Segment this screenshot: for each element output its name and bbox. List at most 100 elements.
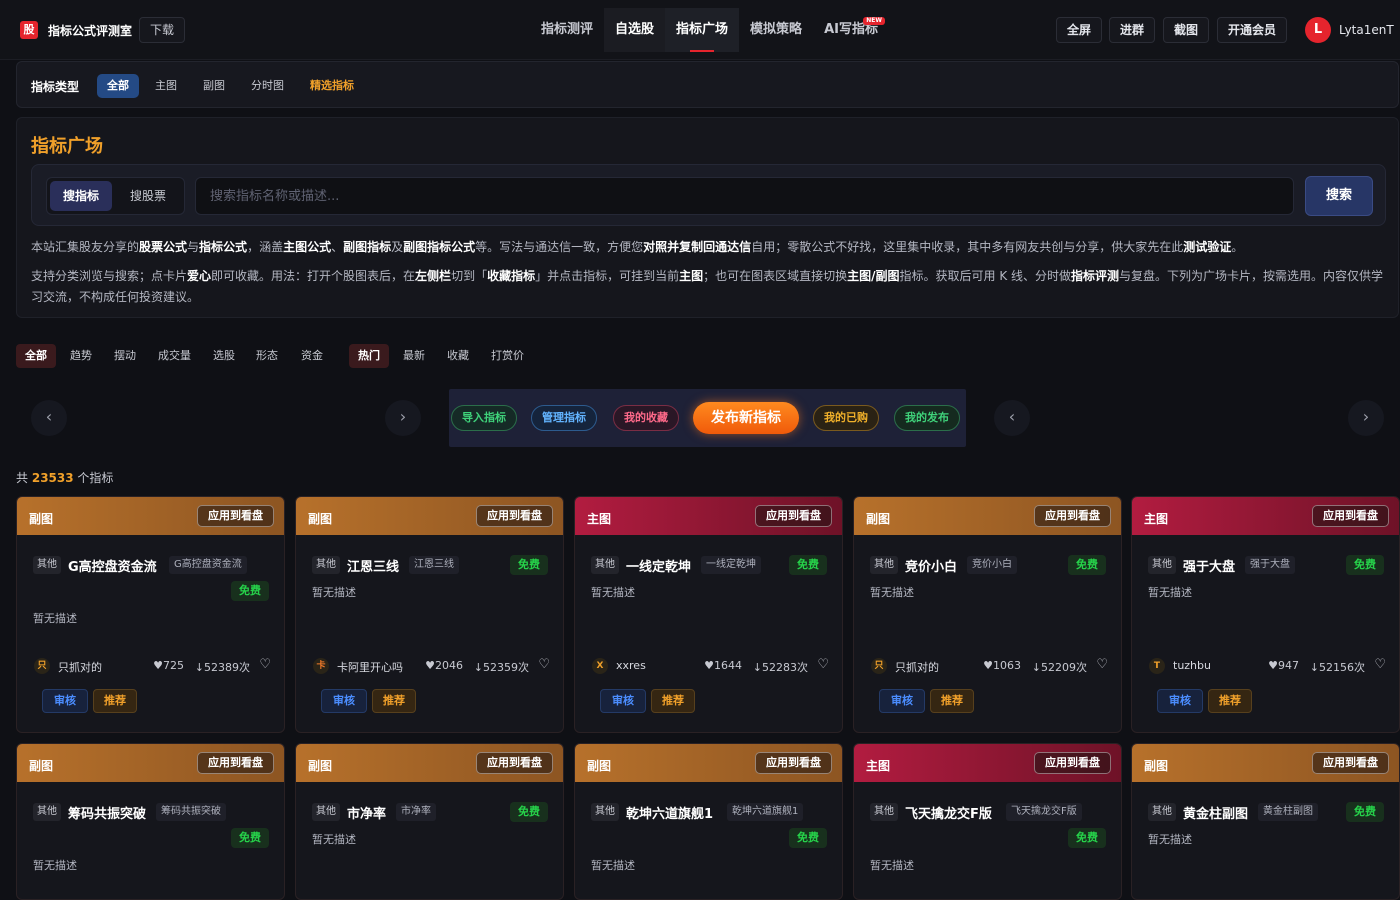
author-name[interactable]: xxres <box>616 659 646 672</box>
apply-to-chart-button[interactable]: 应用到看盘 <box>1034 505 1111 527</box>
indicator-card[interactable]: 主图 应用到看盘 其他 飞天擒龙交F版 飞天擒龙交F版 免费 暂无描述 <box>853 743 1122 900</box>
indicator-card[interactable]: 副图 应用到看盘 其他 江恩三线 江恩三线 免费 暂无描述卡卡阿里开心吗 ♥2046 ↓5235… <box>295 496 564 733</box>
my-purchased-button[interactable]: 我的已购 <box>813 405 879 431</box>
author-avatar[interactable]: 只 <box>34 658 50 674</box>
search-mode-indicator[interactable]: 搜指标 <box>50 181 113 211</box>
indicator-card[interactable]: 副图 应用到看盘 其他 黄金柱副图 黄金柱副图 免费 暂无描述 <box>1131 743 1400 900</box>
import-indicator-button[interactable]: 导入指标 <box>451 405 517 431</box>
indicator-card[interactable]: 副图 应用到看盘 其他 竞价小白 竞价小白 免费 暂无描述只只抓对的 ♥1063 ↓52209次… <box>853 496 1122 733</box>
indicator-name[interactable]: 黄金柱副图 <box>1183 803 1248 822</box>
type-tab-sub-chart[interactable]: 副图 <box>193 74 235 98</box>
audit-tag[interactable]: 审核 <box>42 689 88 713</box>
apply-to-chart-button[interactable]: 应用到看盘 <box>755 505 832 527</box>
heart-icon[interactable]: ♡ <box>259 657 271 672</box>
category-chip-trend[interactable]: 趋势 <box>61 344 101 368</box>
heart-icon[interactable]: ♡ <box>538 657 550 672</box>
heart-icon[interactable]: ♡ <box>1374 657 1386 672</box>
join-group-button[interactable]: 进群 <box>1109 17 1156 43</box>
indicator-name[interactable]: 乾坤六道旗舰1 <box>626 803 713 822</box>
type-tab-featured[interactable]: 精选指标 <box>300 74 364 98</box>
download-button[interactable]: 下载 <box>139 17 186 43</box>
nav-item-indicator-plaza[interactable]: 指标广场 <box>665 8 740 52</box>
recommend-tag[interactable]: 推荐 <box>1208 689 1252 713</box>
apply-to-chart-button[interactable]: 应用到看盘 <box>1034 752 1111 774</box>
indicator-name[interactable]: G高控盘资金流 <box>68 556 157 575</box>
indicator-card[interactable]: 副图 应用到看盘 其他 筹码共振突破 筹码共振突破 免费 暂无描述 <box>16 743 285 900</box>
indicator-name[interactable]: 一线定乾坤 <box>626 556 691 575</box>
sort-chip-favorites[interactable]: 收藏 <box>438 344 478 368</box>
author-name[interactable]: 只抓对的 <box>895 659 939 675</box>
scroll-right-button-2[interactable]: › <box>1348 400 1384 436</box>
category-chip-screening[interactable]: 选股 <box>204 344 244 368</box>
indicator-card[interactable]: 副图 应用到看盘 其他 乾坤六道旗舰1 乾坤六道旗舰1 免费 暂无描述 <box>574 743 843 900</box>
indicator-name[interactable]: 飞天擒龙交F版 <box>905 803 992 822</box>
type-tab-intraday[interactable]: 分时图 <box>241 74 294 98</box>
apply-to-chart-button[interactable]: 应用到看盘 <box>755 752 832 774</box>
scroll-left-button[interactable]: ‹ <box>31 400 67 436</box>
indicator-name[interactable]: 江恩三线 <box>347 556 399 575</box>
sort-chip-reward-price[interactable]: 打赏价 <box>482 344 533 368</box>
author-avatar[interactable]: 卡 <box>313 658 329 674</box>
nav-item-watchlist[interactable]: 自选股 <box>604 8 666 52</box>
author-name[interactable]: 卡阿里开心吗 <box>337 659 403 675</box>
user-avatar[interactable]: L <box>1305 17 1331 43</box>
recommend-tag[interactable]: 推荐 <box>930 689 974 713</box>
search-input[interactable] <box>195 177 1294 215</box>
recommend-tag[interactable]: 推荐 <box>651 689 695 713</box>
author-avatar[interactable]: 只 <box>871 658 887 674</box>
category-chip-pattern[interactable]: 形态 <box>247 344 287 368</box>
category-chip-capital[interactable]: 资金 <box>292 344 332 368</box>
site-title[interactable]: 指标公式评测室 <box>48 22 132 39</box>
audit-tag[interactable]: 审核 <box>600 689 646 713</box>
apply-to-chart-button[interactable]: 应用到看盘 <box>476 505 553 527</box>
apply-to-chart-button[interactable]: 应用到看盘 <box>476 752 553 774</box>
apply-to-chart-button[interactable]: 应用到看盘 <box>197 752 274 774</box>
sort-chip-latest[interactable]: 最新 <box>394 344 434 368</box>
apply-to-chart-button[interactable]: 应用到看盘 <box>1312 752 1389 774</box>
recommend-tag[interactable]: 推荐 <box>93 689 137 713</box>
card-type-label: 副图 <box>1144 759 1169 773</box>
apply-to-chart-button[interactable]: 应用到看盘 <box>197 505 274 527</box>
recommend-tag[interactable]: 推荐 <box>372 689 416 713</box>
author-name[interactable]: tuzhbu <box>1173 659 1211 672</box>
audit-tag[interactable]: 审核 <box>1157 689 1203 713</box>
indicator-name[interactable]: 强于大盘 <box>1183 556 1235 575</box>
indicator-card[interactable]: 副图 应用到看盘 其他 市净率 市净率 免费 暂无描述 <box>295 743 564 900</box>
manage-indicator-button[interactable]: 管理指标 <box>531 405 597 431</box>
membership-button[interactable]: 开通会员 <box>1217 17 1288 43</box>
my-published-button[interactable]: 我的发布 <box>894 405 960 431</box>
nav-item-sim-strategy[interactable]: 模拟策略 <box>739 8 813 52</box>
apply-to-chart-button[interactable]: 应用到看盘 <box>1312 505 1389 527</box>
publish-indicator-button[interactable]: 发布新指标 <box>693 402 799 434</box>
indicator-name[interactable]: 市净率 <box>347 803 386 822</box>
search-mode-stock[interactable]: 搜股票 <box>117 181 179 211</box>
scroll-left-button-2[interactable]: ‹ <box>994 400 1030 436</box>
category-chip-oscillator[interactable]: 摆动 <box>105 344 145 368</box>
heart-icon[interactable]: ♡ <box>817 657 829 672</box>
screenshot-button[interactable]: 截图 <box>1163 17 1210 43</box>
author-name[interactable]: 只抓对的 <box>58 659 102 675</box>
author-avatar[interactable]: X <box>592 658 608 674</box>
indicator-card[interactable]: 副图 应用到看盘 其他 G高控盘资金流 G高控盘资金流 免费 暂无描述只只抓对的 ♥725 ↓5… <box>16 496 285 733</box>
scroll-right-button[interactable]: › <box>385 400 421 436</box>
heart-icon[interactable]: ♡ <box>1096 657 1108 672</box>
sort-chip-hot[interactable]: 热门 <box>349 344 389 368</box>
search-button[interactable]: 搜索 <box>1305 176 1373 216</box>
type-tab-all[interactable]: 全部 <box>97 74 139 98</box>
indicator-name[interactable]: 竞价小白 <box>905 556 957 575</box>
indicator-card[interactable]: 主图 应用到看盘 其他 一线定乾坤 一线定乾坤 免费 暂无描述 Xxxres ♥1644 ↓522… <box>574 496 843 733</box>
nav-item-ai-indicator[interactable]: AI写指标 NEW <box>813 8 889 52</box>
my-favorites-button[interactable]: 我的收藏 <box>613 405 679 431</box>
audit-tag[interactable]: 审核 <box>879 689 925 713</box>
indicator-alias: 黄金柱副图 <box>1258 803 1318 821</box>
author-avatar[interactable]: T <box>1149 658 1165 674</box>
category-chip-all[interactable]: 全部 <box>16 344 56 368</box>
type-tab-main-chart[interactable]: 主图 <box>145 74 187 98</box>
audit-tag[interactable]: 审核 <box>321 689 367 713</box>
fullscreen-button[interactable]: 全屏 <box>1056 17 1103 43</box>
username[interactable]: Lyta1enT <box>1339 23 1394 37</box>
indicator-name[interactable]: 筹码共振突破 <box>68 803 146 822</box>
indicator-card[interactable]: 主图 应用到看盘 其他 强于大盘 强于大盘 免费 暂无描述 Ttuzhbu ♥947 ↓52156… <box>1131 496 1400 733</box>
category-chip-volume[interactable]: 成交量 <box>149 344 200 368</box>
nav-item-indicator-eval[interactable]: 指标测评 <box>530 8 604 52</box>
